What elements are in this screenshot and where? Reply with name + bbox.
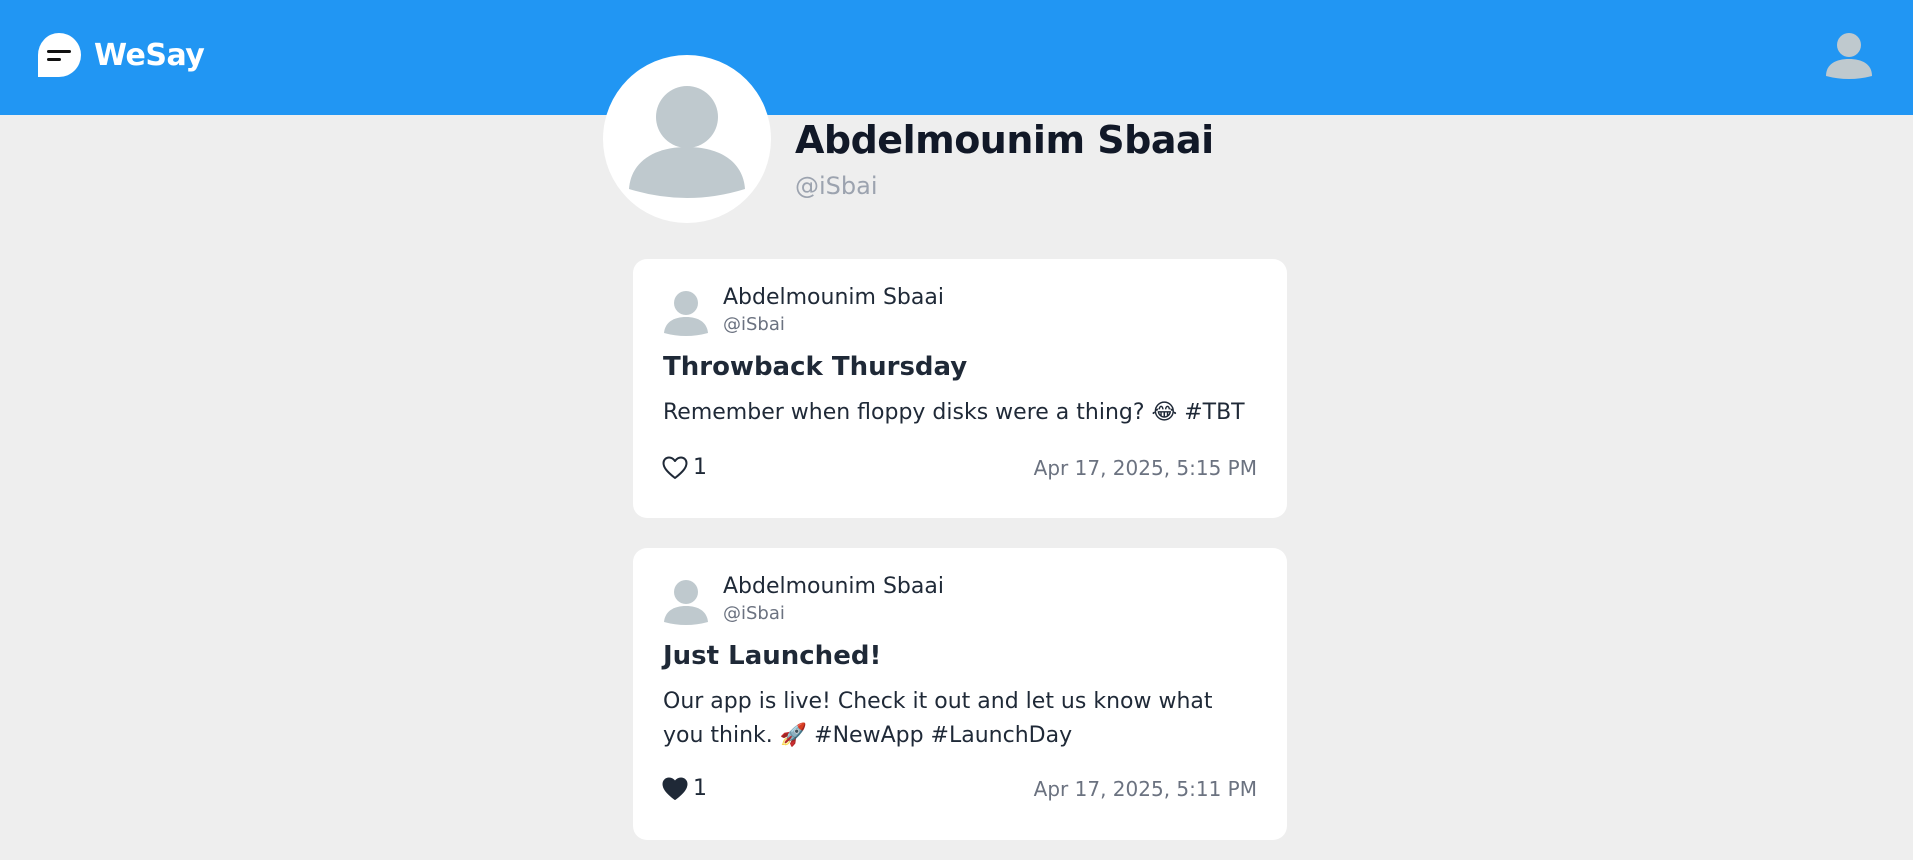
profile-name: Abdelmounim Sbaai — [795, 118, 1214, 162]
post-author-handle: @iSbai — [723, 603, 785, 624]
like-button[interactable]: 1 — [662, 455, 707, 480]
post-card: Abdelmounim Sbaai @iSbai Just Launched! … — [633, 548, 1287, 840]
like-count: 1 — [693, 455, 707, 480]
post-body: Remember when floppy disks were a thing?… — [663, 400, 1245, 425]
like-button[interactable]: 1 — [662, 776, 707, 801]
like-count: 1 — [693, 776, 707, 801]
profile-avatar — [603, 55, 771, 223]
heart-outline-icon — [662, 456, 688, 479]
account-menu-button[interactable] — [1824, 30, 1874, 80]
post-author-name[interactable]: Abdelmounim Sbaai — [723, 285, 944, 310]
user-avatar-icon — [664, 291, 708, 336]
post-title: Just Launched! — [663, 641, 882, 671]
post-author-avatar[interactable] — [662, 289, 710, 337]
profile-handle: @iSbai — [795, 172, 878, 200]
brand-name: WeSay — [94, 37, 205, 73]
post-timestamp: Apr 17, 2025, 5:15 PM — [1033, 456, 1257, 480]
brand-home-link[interactable]: WeSay — [36, 32, 205, 78]
post-author-avatar[interactable] — [662, 578, 710, 626]
post-author-name[interactable]: Abdelmounim Sbaai — [723, 574, 944, 599]
post-author-handle: @iSbai — [723, 314, 785, 335]
top-navbar: WeSay — [0, 0, 1913, 115]
post-title: Throwback Thursday — [663, 352, 968, 382]
default-user-avatar-icon — [629, 86, 745, 198]
heart-filled-icon — [662, 777, 688, 800]
user-avatar-icon — [1826, 33, 1872, 79]
chat-bubble-lines-icon — [38, 33, 81, 77]
user-avatar-icon — [664, 580, 708, 625]
post-body: Our app is live! Check it out and let us… — [663, 689, 1213, 748]
post-timestamp: Apr 17, 2025, 5:11 PM — [1033, 777, 1257, 801]
post-card: Abdelmounim Sbaai @iSbai Throwback Thurs… — [633, 259, 1287, 518]
